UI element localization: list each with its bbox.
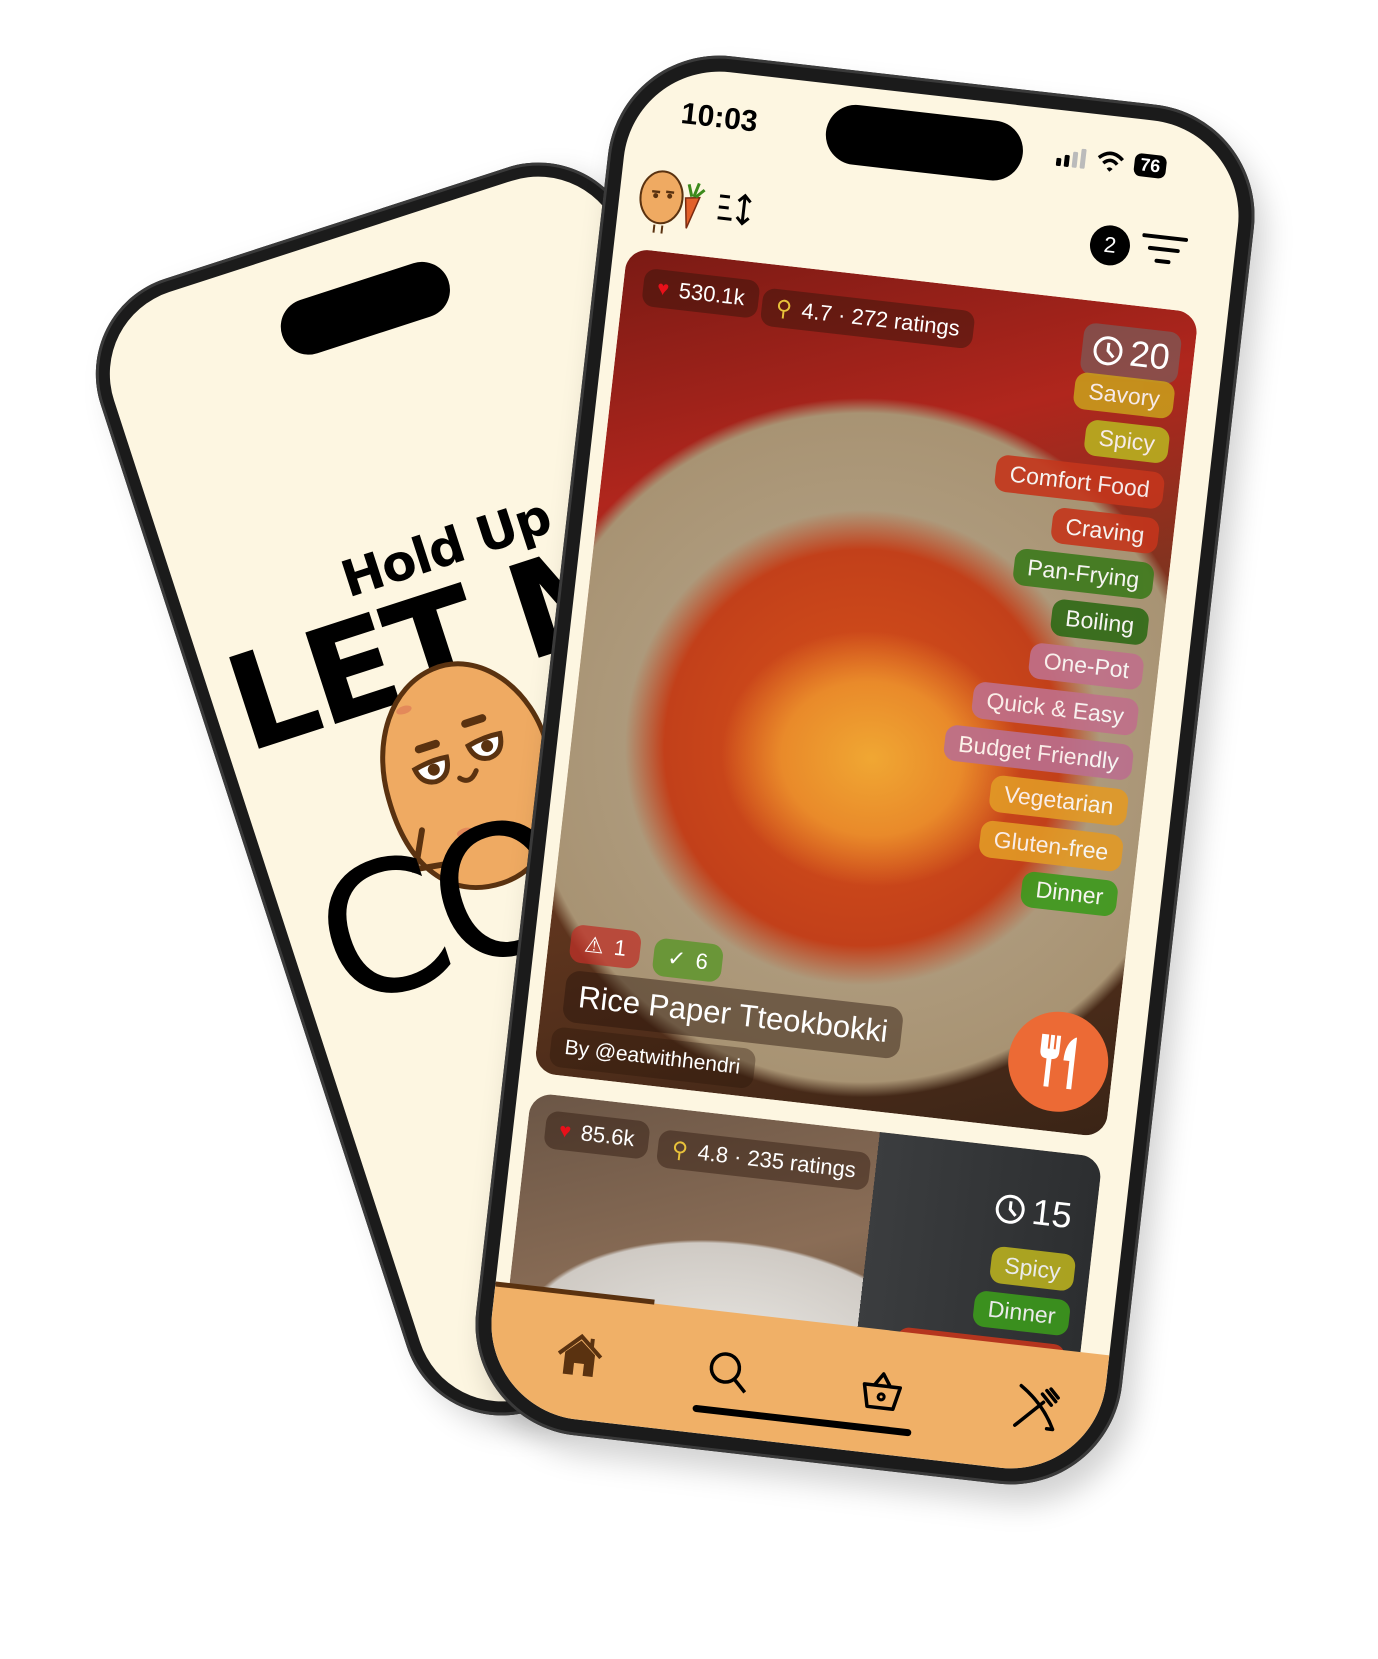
likes-count: 85.6k xyxy=(579,1120,636,1152)
warning-pill[interactable]: ⚠ 1 xyxy=(568,923,643,970)
utensils-icon xyxy=(1013,1383,1060,1432)
tag-chip[interactable]: Pan-Frying xyxy=(1011,547,1156,601)
rating-pill: ⚲ 4.8 · 235 ratings xyxy=(655,1129,872,1191)
status-icons: 76 xyxy=(1055,144,1168,180)
tag-chip[interactable]: Boiling xyxy=(1049,598,1151,646)
cook-button[interactable] xyxy=(1002,1006,1114,1118)
wifi-icon xyxy=(1097,151,1125,172)
search-icon xyxy=(709,1352,747,1394)
tab-basket[interactable] xyxy=(853,1361,911,1419)
tag-chip[interactable]: One-Pot xyxy=(1027,641,1145,691)
likes-count: 530.1k xyxy=(677,277,747,311)
dynamic-island xyxy=(273,254,458,362)
tab-search[interactable] xyxy=(700,1344,758,1402)
clock-icon xyxy=(995,1194,1025,1224)
clock-icon xyxy=(1093,336,1123,366)
tag-chip[interactable]: Vegetarian xyxy=(988,774,1130,827)
filter-count-badge[interactable]: 2 xyxy=(1087,223,1133,268)
check-pill[interactable]: ✓ 6 xyxy=(651,937,724,983)
filter-icon[interactable] xyxy=(1139,230,1189,269)
tag-chip[interactable]: Dinner xyxy=(1019,870,1120,918)
spoon-icon: ⚲ xyxy=(774,295,794,322)
fork-knife-icon xyxy=(1040,1033,1078,1090)
rating-text: 4.7 · 272 ratings xyxy=(800,297,962,341)
time-pill: 15 xyxy=(981,1180,1084,1243)
heart-icon: ♥ xyxy=(655,276,671,301)
likes-pill: ♥ 530.1k xyxy=(641,267,761,319)
tag-chip[interactable]: Dinner xyxy=(971,1289,1072,1337)
check-icon: ✓ xyxy=(666,944,688,972)
cook-time: 20 xyxy=(1127,332,1172,378)
front-phone-screen: 10:03 76 2 ♥ 530.1k ⚲ 4.7 · 272 ratings … xyxy=(481,61,1249,1479)
heart-icon: ♥ xyxy=(558,1119,573,1143)
tab-home[interactable] xyxy=(551,1327,609,1385)
check-count: 6 xyxy=(694,948,710,975)
sort-icon[interactable] xyxy=(715,190,755,228)
dynamic-island xyxy=(822,101,1027,184)
basket-icon xyxy=(862,1372,903,1412)
tag-list: Savory Spicy Comfort Food Craving Pan-Frying… xyxy=(927,361,1176,918)
rating-pill: ⚲ 4.7 · 272 ratings xyxy=(759,287,976,350)
cook-time: 15 xyxy=(1029,1190,1075,1237)
tag-chip[interactable]: Quick & Easy xyxy=(970,681,1140,737)
tab-recipes[interactable] xyxy=(1008,1379,1066,1437)
tag-chip[interactable]: Spicy xyxy=(988,1245,1077,1292)
signal-icon xyxy=(1055,148,1087,169)
potato-carrot-logo[interactable] xyxy=(629,162,716,241)
battery-icon: 76 xyxy=(1133,152,1168,180)
warning-count: 1 xyxy=(612,934,628,962)
tag-chip[interactable]: Gluten-free xyxy=(977,819,1125,873)
recipe-card[interactable]: ♥ 530.1k ⚲ 4.7 · 272 ratings 20 Savory Sp… xyxy=(533,247,1199,1138)
tag-chip[interactable]: Comfort Food xyxy=(993,454,1166,510)
home-icon xyxy=(557,1333,603,1378)
rating-text: 4.8 · 235 ratings xyxy=(696,1139,858,1183)
tag-chip[interactable]: Spicy xyxy=(1082,418,1171,465)
status-time: 10:03 xyxy=(679,97,760,139)
tag-chip[interactable]: Craving xyxy=(1049,506,1161,555)
spoon-icon: ⚲ xyxy=(670,1136,690,1164)
warning-icon: ⚠ xyxy=(583,931,606,959)
likes-pill: ♥ 85.6k xyxy=(543,1110,651,1160)
